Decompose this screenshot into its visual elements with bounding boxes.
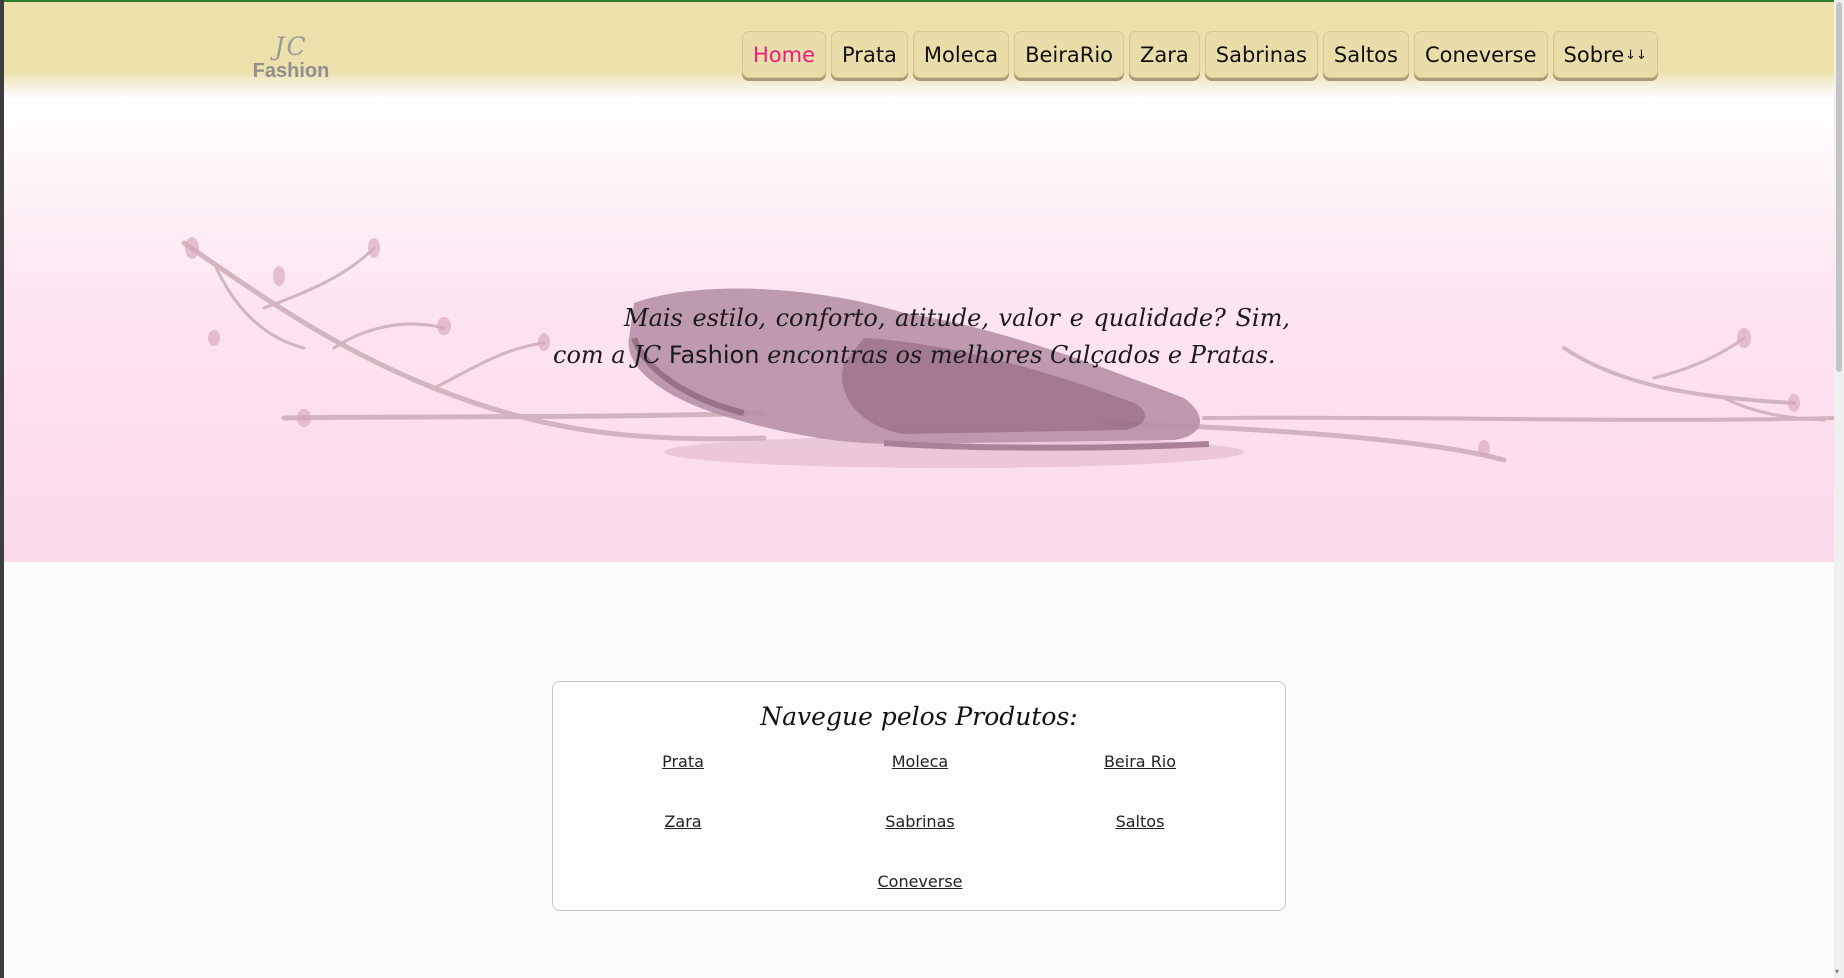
hero-banner: Mais estilo, conforto, atitude, valor e …: [4, 98, 1834, 562]
nav-zara-label: Zara: [1140, 42, 1189, 67]
product-link-sabrinas[interactable]: Sabrinas: [810, 812, 1030, 831]
main-nav: Home Prata Moleca BeiraRio Zara Sabrinas…: [742, 31, 1658, 78]
nav-moleca-label: Moleca: [923, 42, 999, 67]
product-link-beira-rio[interactable]: Beira Rio: [1030, 752, 1250, 771]
nav-zara[interactable]: Zara: [1129, 31, 1200, 78]
hero-text-after: encontras os melhores Calçados e Pratas.: [767, 341, 1276, 369]
site-header: JC Fashion Home Prata Moleca BeiraRio Za…: [4, 2, 1834, 98]
page-scrollbar[interactable]: ▾: [1834, 0, 1844, 978]
nav-sabrinas-label: Sabrinas: [1215, 42, 1307, 67]
nav-home-label: Home: [753, 42, 816, 67]
products-title: Navegue pelos Produtos:: [760, 702, 1078, 731]
product-link-zara[interactable]: Zara: [573, 812, 793, 831]
nav-sobre-label: Sobre: [1563, 42, 1625, 67]
product-link-coneverse[interactable]: Coneverse: [810, 872, 1030, 891]
nav-home[interactable]: Home: [742, 31, 827, 78]
nav-prata[interactable]: Prata: [831, 31, 908, 78]
scrollbar-thumb[interactable]: [1836, 2, 1842, 372]
hero-tagline: Mais estilo, conforto, atitude, valor e …: [553, 300, 1290, 374]
nav-saltos[interactable]: Saltos: [1322, 31, 1409, 78]
nav-sobre-dropdown[interactable]: Sobre ↓↓: [1552, 31, 1658, 78]
logo-mark: JC: [274, 32, 308, 61]
nav-coneverse[interactable]: Coneverse: [1413, 31, 1548, 78]
nav-sabrinas[interactable]: Sabrinas: [1204, 31, 1318, 78]
nav-coneverse-label: Coneverse: [1424, 42, 1537, 67]
double-down-arrow-icon: ↓↓: [1625, 48, 1647, 63]
logo-text: Fashion: [252, 60, 330, 82]
nav-prata-label: Prata: [842, 42, 897, 67]
scroll-down-arrow-icon[interactable]: ▾: [1835, 968, 1843, 976]
product-link-saltos[interactable]: Saltos: [1030, 812, 1250, 831]
nav-beirario[interactable]: BeiraRio: [1014, 31, 1124, 78]
site-logo[interactable]: JC Fashion: [246, 32, 336, 83]
hero-brand: Fashion: [668, 341, 760, 369]
nav-beirario-label: BeiraRio: [1025, 42, 1113, 67]
products-navigation-box: Navegue pelos Produtos: Prata Moleca Bei…: [552, 681, 1286, 911]
product-link-prata[interactable]: Prata: [573, 752, 793, 771]
nav-moleca[interactable]: Moleca: [912, 31, 1010, 78]
nav-saltos-label: Saltos: [1333, 42, 1398, 67]
product-link-moleca[interactable]: Moleca: [810, 752, 1030, 771]
